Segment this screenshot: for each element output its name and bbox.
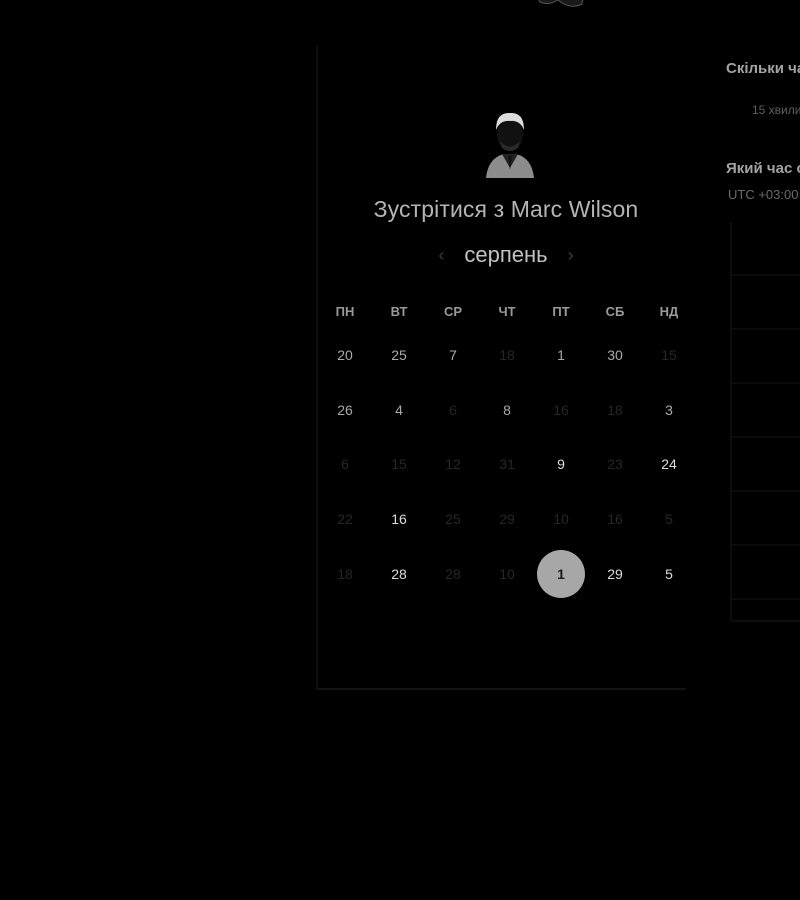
calendar-day: 18 <box>607 401 623 418</box>
calendar-day[interactable]: 9 <box>534 437 588 492</box>
weekday-label: ПТ <box>552 304 570 319</box>
calendar-grid: ПН ВТ СР ЧТ ПТ СБ НД 20 25 7 18 1 30 15 26 4 6 8 16… <box>318 296 694 601</box>
calendar-day: 29 <box>499 511 515 528</box>
timezone-selector[interactable]: UTC +03:00 <box>728 187 798 202</box>
calendar-day: 10 <box>553 511 569 528</box>
calendar-day: 16 <box>607 511 623 528</box>
calendar-day: 22 <box>337 511 353 528</box>
calendar-day[interactable]: 20 <box>318 328 372 383</box>
time-slot[interactable] <box>732 492 800 546</box>
calendar-day[interactable]: 5 <box>642 546 696 601</box>
calendar-day[interactable]: 16 <box>372 492 426 547</box>
calendar-day[interactable]: 28 <box>372 546 426 601</box>
weekday-label: ПН <box>335 304 355 319</box>
booking-page: Зустрітися з Marc Wilson ‹ серпень › ПН … <box>0 0 800 900</box>
calendar-day[interactable]: 3 <box>642 383 696 438</box>
calendar-week-row: 26 4 6 8 16 18 3 <box>318 383 694 438</box>
time-slot-list <box>730 222 800 622</box>
host-avatar <box>486 112 534 178</box>
weekday-label: ЧТ <box>498 304 516 319</box>
calendar-day[interactable]: 8 <box>480 383 534 438</box>
calendar-weeks: 20 25 7 18 1 30 15 26 4 6 8 16 18 3 6 15 12 31 9 23 24 22 16 25… <box>318 328 694 601</box>
time-question: Який час с <box>726 160 800 177</box>
chevron-right-icon[interactable]: › <box>560 245 582 266</box>
chevron-left-icon[interactable]: ‹ <box>430 245 452 266</box>
time-selection-panel: Скільки ча 15 хвили Який час с UTC +03:0… <box>726 0 800 900</box>
calendar-day[interactable]: 4 <box>372 383 426 438</box>
selected-day-number: 1 <box>537 549 585 598</box>
month-label: серпень <box>464 242 548 267</box>
calendar-day: 28 <box>445 565 461 582</box>
calendar-day: 15 <box>661 347 677 364</box>
calendar-day[interactable]: 1 <box>534 328 588 383</box>
top-decoration-shape <box>538 0 584 7</box>
calendar-day[interactable]: 7 <box>426 328 480 383</box>
weekday-header-row: ПН ВТ СР ЧТ ПТ СБ НД <box>318 296 694 328</box>
time-slot[interactable] <box>732 546 800 600</box>
time-slot[interactable] <box>732 438 800 492</box>
calendar-day: 16 <box>553 401 569 418</box>
calendar-day: 18 <box>337 565 353 582</box>
weekday-label: СБ <box>605 304 625 319</box>
weekday-label: НД <box>659 304 679 319</box>
calendar-week-row: 18 28 28 10 1 29 5 <box>318 546 694 601</box>
calendar-day[interactable]: 26 <box>318 383 372 438</box>
time-slot[interactable] <box>732 222 800 276</box>
calendar-day-selected[interactable]: 1 <box>534 546 588 601</box>
calendar-day[interactable]: 30 <box>588 328 642 383</box>
weekday-label: СР <box>443 304 463 319</box>
calendar-week-row: 20 25 7 18 1 30 15 <box>318 328 694 383</box>
calendar-day: 6 <box>449 401 457 418</box>
calendar-day: 15 <box>391 456 407 473</box>
month-navigator: ‹ серпень › <box>316 242 696 268</box>
calendar-day[interactable]: 29 <box>588 546 642 601</box>
calendar-day: 25 <box>445 511 461 528</box>
calendar-week-row: 6 15 12 31 9 23 24 <box>318 437 694 492</box>
calendar-day: 10 <box>499 565 515 582</box>
calendar-day: 18 <box>499 347 515 364</box>
calendar-day: 31 <box>499 456 515 473</box>
calendar-week-row: 22 16 25 29 10 16 5 <box>318 492 694 547</box>
time-slot[interactable] <box>732 330 800 384</box>
duration-question: Скільки ча <box>726 60 800 77</box>
page-title: Зустрітися з Marc Wilson <box>373 196 639 222</box>
weekday-label: ВТ <box>390 304 408 319</box>
calendar-day[interactable]: 25 <box>372 328 426 383</box>
time-slot[interactable] <box>732 276 800 330</box>
time-slot[interactable] <box>732 384 800 438</box>
calendar-day: 23 <box>607 456 623 473</box>
duration-option[interactable]: 15 хвили <box>752 103 800 117</box>
calendar-day: 12 <box>445 456 461 473</box>
calendar-day: 6 <box>341 456 349 473</box>
calendar-day: 5 <box>665 511 673 528</box>
calendar-day[interactable]: 24 <box>642 437 696 492</box>
